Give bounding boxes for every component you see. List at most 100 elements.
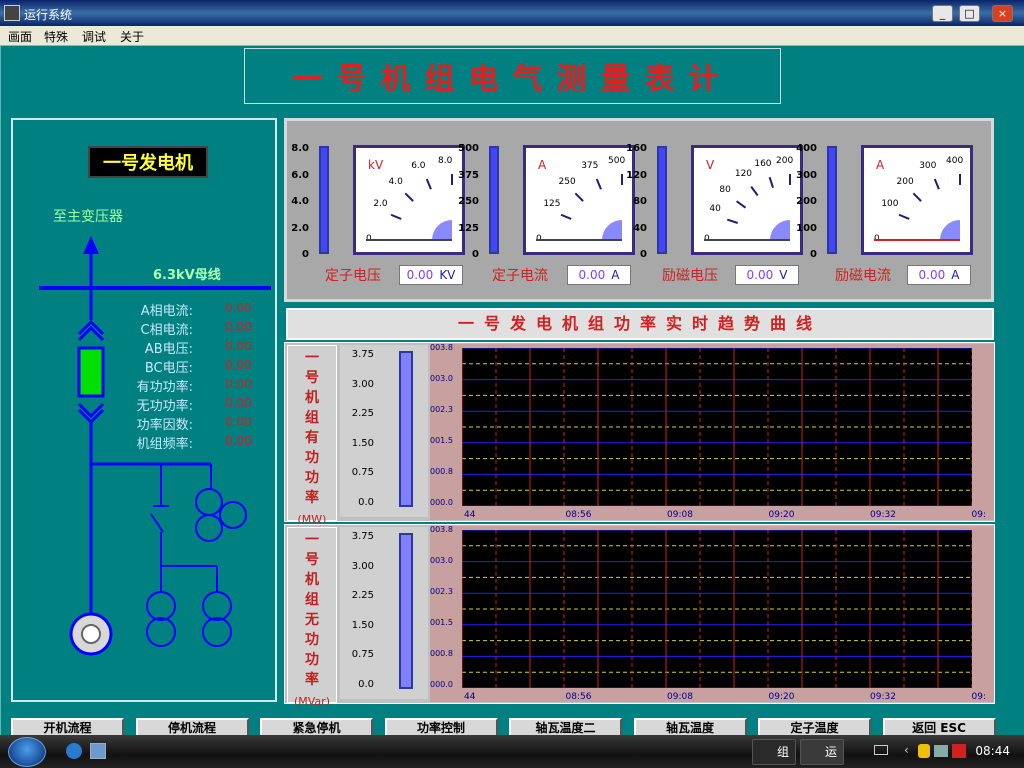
- close-button[interactable]: ×: [992, 5, 1013, 22]
- readout-value: 0.00: [225, 415, 252, 429]
- taskbar: 组 运 ‹ 08:44: [0, 735, 1024, 768]
- scale-tick-label: 100: [796, 222, 817, 234]
- scale-tick-label: 4.0: [291, 196, 309, 207]
- tray-arrow-icon[interactable]: ‹: [904, 743, 909, 757]
- minimize-button[interactable]: _: [932, 5, 953, 22]
- meter-value-display: 0.00 A: [907, 265, 971, 285]
- readout-label: AB电压:: [144, 342, 193, 357]
- scale-tick-label: 0: [810, 249, 817, 260]
- meter-name: 励磁电压: [662, 268, 718, 284]
- title-bar[interactable]: 运行系统 _ □ ×: [0, 0, 1024, 26]
- trend-chart: 003.8 003.0 002.3 001.5 000.8 000.0 44 08:56 09:…: [430, 525, 994, 702]
- plot-y-tick: 001.5: [430, 618, 453, 627]
- plot-y-tick: 003.0: [430, 374, 453, 383]
- meter-scale: 8.0 6.0 4.0 2.0 0: [287, 143, 313, 260]
- shield-icon[interactable]: [918, 744, 930, 758]
- dial-graphics: [536, 174, 623, 241]
- readout-value: 0.00: [225, 339, 252, 353]
- scale-tick-label: 500: [458, 143, 479, 154]
- vtitle-char: 一: [305, 532, 319, 548]
- quicklaunch-icon[interactable]: [90, 743, 106, 759]
- network-icon[interactable]: [934, 745, 948, 757]
- vtitle-char: 无: [305, 612, 319, 628]
- main-canvas: 一号机组电气测量表计 一号发电机 至主变压器 6.3kV母线 A相电流: 0.0…: [0, 46, 1024, 742]
- meter-unit: A: [951, 268, 960, 282]
- meter-name: 定子电压: [325, 268, 381, 284]
- vtitle-char: 率: [305, 490, 319, 506]
- antivirus-icon[interactable]: [952, 744, 966, 758]
- analog-dial: kV02.04.06.08.0: [353, 145, 465, 255]
- plot-y-tick: 001.5: [430, 436, 453, 445]
- plot-area: [461, 529, 973, 689]
- plot-y-tick: 000.8: [430, 467, 453, 476]
- readout-value: 0.00: [225, 396, 252, 410]
- meter-scale: 500 375 250 125 0: [457, 143, 483, 260]
- x-tick-label: 09:32: [870, 692, 896, 702]
- meter-scale: 160 120 80 40 0: [625, 143, 651, 260]
- readout-label: A相电流:: [140, 304, 193, 319]
- window-title: 运行系统: [24, 8, 73, 22]
- scale-tick-label: 2.0: [291, 222, 309, 234]
- meter-value: 0.00: [406, 268, 434, 282]
- application-window: 运行系统 _ □ × 画面 特殊 调试 关于 一号机组电气测量表计 一号发电机 …: [0, 0, 1024, 742]
- readout-value: 0.00: [225, 377, 252, 391]
- vtitle-char: 功: [305, 632, 319, 648]
- dial-graphics: [704, 174, 791, 241]
- maximize-button[interactable]: □: [959, 5, 980, 22]
- menu-item-screen[interactable]: 画面: [8, 28, 32, 45]
- plot-area: [461, 347, 973, 507]
- x-tick-label: 44: [464, 510, 476, 520]
- keyboard-icon[interactable]: [874, 745, 888, 755]
- x-tick-label: 08:56: [565, 692, 592, 702]
- y-tick-label: 0.0: [358, 496, 374, 508]
- y-tick-label: 3.75: [351, 349, 374, 360]
- analog-dial: A0100200300400: [861, 145, 973, 255]
- chart-vertical-title: 一号机组有功功率 (MW): [287, 345, 337, 526]
- plot-y-tick: 000.0: [430, 680, 453, 689]
- meter-bar: [657, 146, 667, 254]
- active-power-trend: 一号机组有功功率 (MW) 3.75 3.00 2.25 1.50 0.75 0.0 003.8…: [284, 342, 995, 526]
- plot-y-tick: 003.8: [430, 525, 453, 534]
- trend-title: 一号发电机组功率实时趋势曲线: [286, 308, 994, 340]
- meter-unit: KV: [439, 268, 456, 282]
- dial-graphics: [366, 174, 453, 241]
- x-tick-label: 09:32: [870, 510, 896, 520]
- readout-value: 0.00: [225, 320, 252, 334]
- vtitle-char: 号: [305, 552, 319, 568]
- chart-grid: [461, 347, 973, 507]
- meter-value: 0.00: [746, 268, 774, 282]
- analog-dial: A0125250375500: [523, 145, 635, 255]
- dial-graphics: [874, 174, 961, 241]
- start-button[interactable]: [8, 737, 46, 767]
- scale-tick-label: 200: [796, 196, 817, 207]
- task-button-runtime[interactable]: 运: [800, 739, 844, 765]
- scale-tick-label: 0: [640, 249, 647, 260]
- meter-value: 0.00: [578, 268, 606, 282]
- y-axis-scale: 3.75 3.00 2.25 1.50 0.75 0.0: [340, 345, 428, 517]
- task-button-group[interactable]: 组: [752, 739, 796, 765]
- ie-icon[interactable]: [66, 743, 82, 759]
- chart-unit: (MVar): [293, 695, 330, 708]
- analog-dial: V04080120160200: [691, 145, 803, 255]
- app-icon: [4, 5, 20, 21]
- menu-item-about[interactable]: 关于: [120, 28, 144, 45]
- plot-y-tick: 000.8: [430, 649, 453, 658]
- meter-value-display: 0.00 V: [735, 265, 799, 285]
- vtitle-char: 功: [305, 470, 319, 486]
- plot-y-tick: 000.0: [430, 498, 453, 507]
- trend-chart: 003.8 003.0 002.3 001.5 000.8 000.0 44 08:56 09:…: [430, 343, 994, 520]
- menu-item-debug[interactable]: 调试: [82, 28, 106, 45]
- plot-y-tick: 003.8: [430, 343, 453, 352]
- reactive-power-trend: 一号机组无功功率 (MVar) 3.75 3.00 2.25 1.50 0.75 0.0 003…: [284, 524, 995, 708]
- single-line-diagram-panel: 一号发电机 至主变压器 6.3kV母线 A相电流: 0.00 C相电流: 0.00 AB: [11, 118, 277, 702]
- pt-transformer-icon: [195, 488, 247, 542]
- vtitle-char: 一: [305, 350, 319, 366]
- scale-tick-label: 0: [472, 249, 479, 260]
- y-axis-scale: 3.75 3.00 2.25 1.50 0.75 0.0: [340, 527, 428, 699]
- plot-y-tick: 003.0: [430, 556, 453, 565]
- meter-bar: [489, 146, 499, 254]
- readout-label: 有功功率:: [136, 380, 193, 395]
- value-bar: [399, 533, 413, 689]
- menu-item-special[interactable]: 特殊: [44, 28, 68, 45]
- y-tick-label: 1.50: [351, 619, 374, 631]
